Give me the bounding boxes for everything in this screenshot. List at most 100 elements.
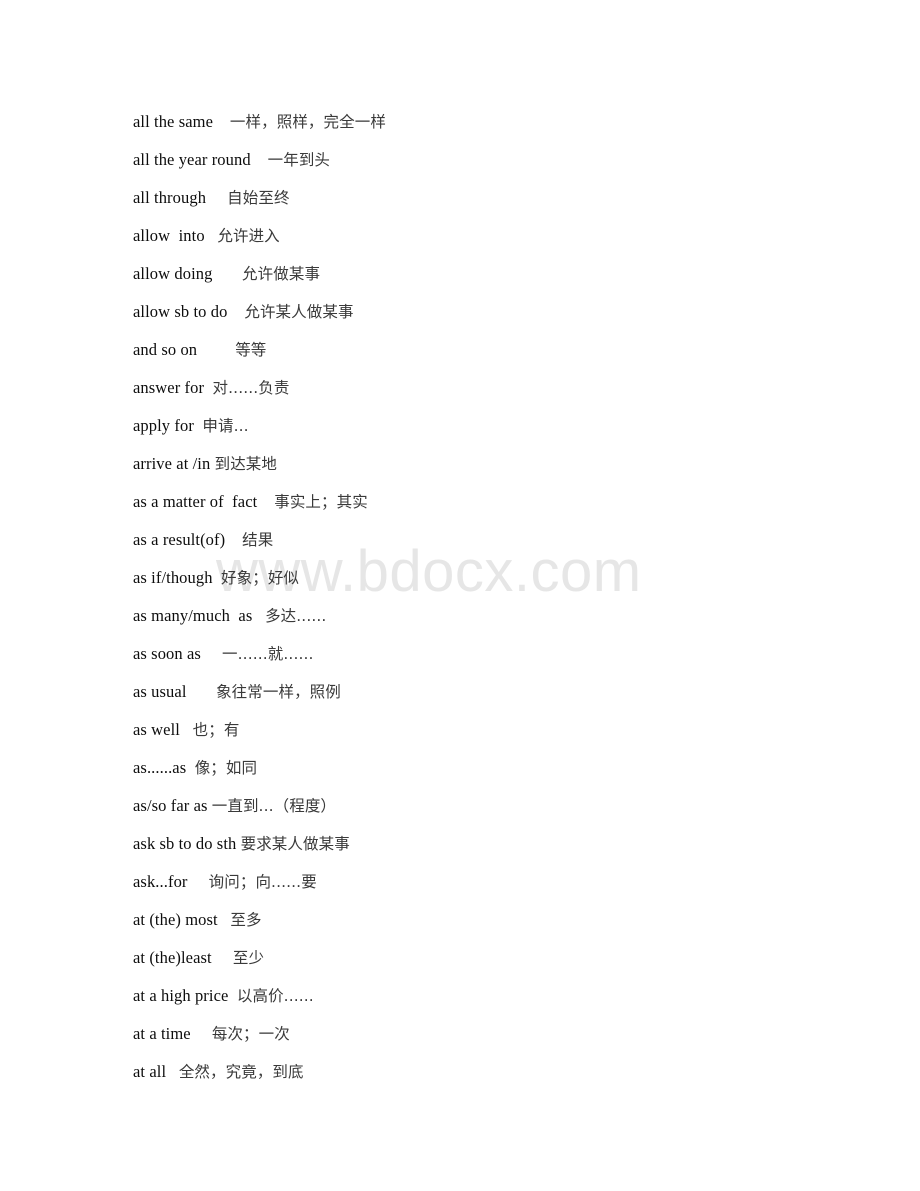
phrase-separator [218, 910, 231, 929]
phrase-separator [188, 872, 209, 891]
phrase-separator [228, 986, 236, 1005]
phrase-term: at a high price [133, 986, 229, 1005]
phrase-separator [227, 302, 244, 321]
phrase-entry: as well 也；有 [133, 711, 833, 749]
phrase-gloss: 要求某人做某事 [240, 835, 350, 853]
phrase-gloss: 一样，照样，完全一样 [229, 113, 386, 131]
phrase-gloss: 允许做某事 [242, 265, 321, 283]
phrase-gloss: 也；有 [192, 721, 240, 739]
phrase-separator [252, 606, 265, 625]
phrase-gloss: 像；如同 [194, 759, 258, 777]
phrase-gloss: 对......负责 [212, 379, 290, 397]
phrase-entry: all through 自始至终 [133, 179, 833, 217]
phrase-entry: ask sb to do sth 要求某人做某事 [133, 825, 833, 863]
phrase-term: all the year round [133, 150, 251, 169]
phrase-entry: answer for 对......负责 [133, 369, 833, 407]
phrase-separator [212, 948, 233, 967]
phrase-entry: all the same 一样，照样，完全一样 [133, 103, 833, 141]
phrase-entry: all the year round 一年到头 [133, 141, 833, 179]
phrase-gloss: 一年到头 [267, 151, 331, 169]
phrase-term: as a matter of fact [133, 492, 258, 511]
phrase-term: as well [133, 720, 180, 739]
phrase-term: allow into [133, 226, 205, 245]
phrase-separator [206, 188, 227, 207]
phrase-gloss: 好象；好似 [221, 569, 300, 587]
phrase-separator [187, 682, 217, 701]
phrase-separator [213, 568, 221, 587]
phrase-term: allow doing [133, 264, 213, 283]
phrase-term: as/so far as [133, 796, 208, 815]
phrase-separator [180, 720, 193, 739]
phrase-entry: as many/much as 多达...... [133, 597, 833, 635]
phrase-gloss: 事实上；其实 [274, 493, 368, 511]
phrase-term: ask...for [133, 872, 188, 891]
phrase-term: at all [133, 1062, 167, 1081]
phrase-entry: at (the)least 至少 [133, 939, 833, 977]
phrase-term: as usual [133, 682, 187, 701]
phrase-separator [257, 492, 274, 511]
phrase-term: all through [133, 188, 207, 207]
phrase-term: as......as [133, 758, 187, 777]
phrase-term: arrive at /in [133, 454, 211, 473]
phrase-gloss: 象往常一样，照例 [216, 683, 341, 701]
phrase-separator [251, 150, 268, 169]
phrase-separator [212, 264, 242, 283]
phrase-separator [191, 1024, 212, 1043]
phrase-gloss: 到达某地 [214, 455, 277, 473]
phrase-entry: allow sb to do 允许某人做某事 [133, 293, 833, 331]
phrase-gloss: 询问；向......要 [208, 873, 317, 891]
phrase-gloss: 一直到...（程度） [211, 797, 337, 815]
phrase-gloss: 允许某人做某事 [244, 303, 354, 321]
phrase-gloss: 自始至终 [227, 189, 290, 207]
phrase-separator [197, 340, 235, 359]
phrase-gloss: 每次；一次 [211, 1025, 290, 1043]
phrase-entry: ask...for 询问；向......要 [133, 863, 833, 901]
phrase-gloss: 申请... [202, 417, 249, 435]
phrase-term: apply for [133, 416, 194, 435]
phrase-entry: as soon as 一......就...... [133, 635, 833, 673]
phrase-term: as if/though [133, 568, 213, 587]
phrase-gloss: 一......就...... [222, 645, 314, 663]
phrase-term: allow sb to do [133, 302, 228, 321]
phrase-term: and so on [133, 340, 198, 359]
phrase-entry: allow doing 允许做某事 [133, 255, 833, 293]
phrase-term: ask sb to do sth [133, 834, 237, 853]
phrase-separator [186, 758, 194, 777]
phrase-gloss: 等等 [235, 341, 267, 359]
phrase-entry: at all 全然，究竟，到底 [133, 1053, 833, 1091]
phrase-separator [225, 530, 242, 549]
phrase-separator [201, 644, 222, 663]
phrase-term: as a result(of) [133, 530, 226, 549]
phrase-gloss: 至多 [230, 911, 262, 929]
phrase-separator [205, 226, 218, 245]
phrase-entry: as usual 象往常一样，照例 [133, 673, 833, 711]
phrase-term: answer for [133, 378, 205, 397]
phrase-list: all the same 一样，照样，完全一样 all the year roun… [133, 103, 833, 1091]
phrase-term: at (the)least [133, 948, 212, 967]
phrase-entry: as a matter of fact 事实上；其实 [133, 483, 833, 521]
phrase-gloss: 以高价...... [236, 987, 314, 1005]
phrase-entry: at a high price 以高价...... [133, 977, 833, 1015]
phrase-term: at (the) most [133, 910, 218, 929]
phrase-entry: as a result(of) 结果 [133, 521, 833, 559]
phrase-term: all the same [133, 112, 214, 131]
phrase-entry: as/so far as 一直到...（程度） [133, 787, 833, 825]
phrase-gloss: 结果 [242, 531, 274, 549]
phrase-entry: at (the) most 至多 [133, 901, 833, 939]
phrase-entry: as if/though 好象；好似 [133, 559, 833, 597]
phrase-entry: at a time 每次；一次 [133, 1015, 833, 1053]
phrase-entry: allow into 允许进入 [133, 217, 833, 255]
phrase-gloss: 多达...... [265, 607, 327, 625]
phrase-term: as many/much as [133, 606, 253, 625]
phrase-entry: arrive at /in 到达某地 [133, 445, 833, 483]
phrase-separator [166, 1062, 179, 1081]
phrase-gloss: 至少 [232, 949, 265, 967]
document-page: www.bdocx.com all the same 一样，照样，完全一样 all… [0, 0, 920, 1191]
phrase-gloss: 全然，究竟，到底 [178, 1063, 304, 1081]
phrase-entry: as......as 像；如同 [133, 749, 833, 787]
phrase-term: as soon as [133, 644, 201, 663]
phrase-entry: and so on 等等 [133, 331, 833, 369]
phrase-gloss: 允许进入 [217, 227, 280, 245]
phrase-entry: apply for 申请... [133, 407, 833, 445]
phrase-separator [213, 112, 230, 131]
